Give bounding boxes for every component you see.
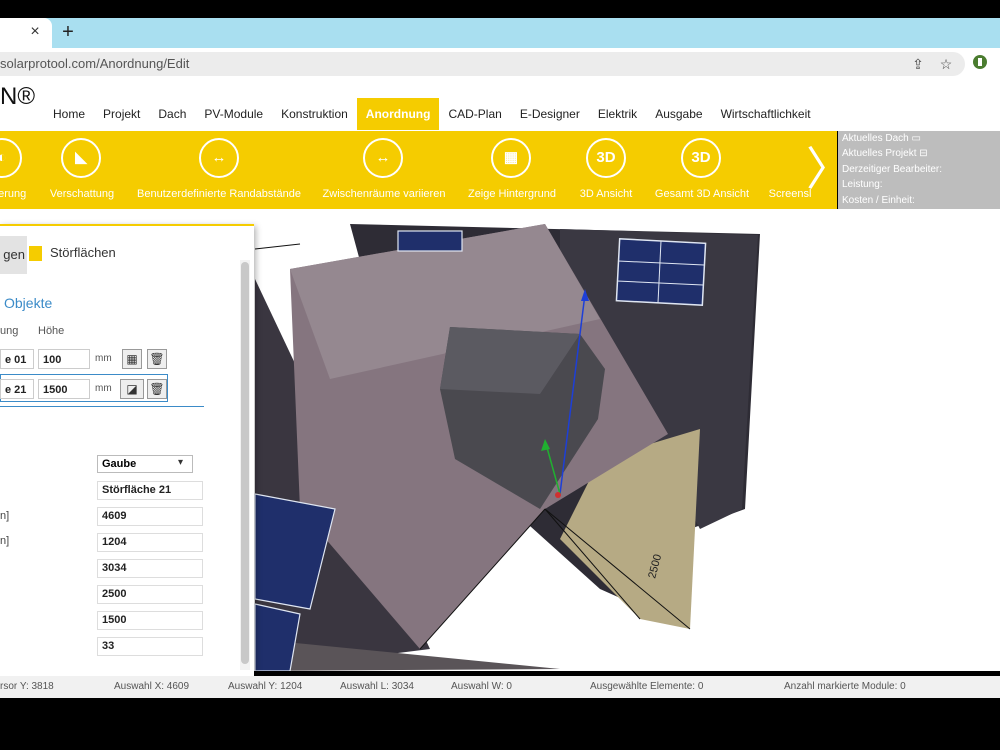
gizmo-origin[interactable] [555, 492, 561, 498]
tool-label: Zwischenräume variieren [322, 188, 446, 200]
menu-pv-module[interactable]: PV-Module [195, 98, 272, 130]
url-text[interactable]: solarprotool.com/Anordnung/Edit [0, 52, 189, 76]
menu-dach[interactable]: Dach [149, 98, 195, 130]
main-menu: Home Projekt Dach PV-Module Konstruktion… [44, 98, 820, 130]
gap-icon: ↔ [363, 138, 403, 178]
status-cursor-y: rsor Y: 3818 [0, 681, 54, 692]
shading-icon: ◣ [61, 138, 101, 178]
panel-title: Objekte [4, 295, 53, 311]
3d-total-view-icon: 3D [681, 138, 721, 178]
menu-e-designer[interactable]: E-Designer [511, 98, 589, 130]
prop-label-x: n] [0, 510, 10, 522]
menu-cad-plan[interactable]: CAD-Plan [439, 98, 510, 130]
info-kosten: Kosten / Einheit: [842, 195, 915, 206]
tool-label: Verschattung [49, 188, 115, 200]
measure-line [254, 243, 301, 250]
unit-label: mm [95, 383, 112, 394]
3d-view-icon: 3D [586, 138, 626, 178]
status-ausgewaehlte-elemente: Ausgewählte Elemente: 0 [590, 681, 704, 692]
stoerflaechen-icon [29, 246, 42, 261]
prop-width-input[interactable]: 2500 [97, 585, 203, 604]
tool-label: Benutzerdefinierte Randabstände [137, 188, 301, 200]
status-auswahl-y: Auswahl Y: 1204 [228, 681, 303, 692]
menu-anordnung[interactable]: Anordnung [356, 98, 440, 130]
new-tab-button[interactable]: + [58, 21, 78, 43]
solar-panel-top [397, 230, 463, 252]
info-bearbeiter: Derzeitiger Bearbeiter: [842, 164, 943, 175]
menu-home[interactable]: Home [44, 98, 94, 130]
chevron-down-icon[interactable]: ▾ [178, 457, 183, 468]
status-auswahl-x: Auswahl X: 4609 [114, 681, 190, 692]
divider [0, 406, 204, 407]
tool-gesamt-3d[interactable]: 3D Gesamt 3D Ansicht [655, 138, 749, 202]
tool-rotation[interactable]: ◐ ierung [0, 138, 40, 202]
prop-y-input[interactable]: 1204 [97, 533, 203, 552]
tool-label: ierung [0, 188, 27, 200]
browser-tab-bar [0, 18, 1000, 48]
status-auswahl-l: Auswahl L: 3034 [340, 681, 414, 692]
tool-randabstaende[interactable]: ↔ Benutzerdefinierte Randabstände [137, 138, 301, 202]
prop-length-input[interactable]: 3034 [97, 559, 203, 578]
object-name-input[interactable]: Störfläche 21 [97, 481, 203, 500]
object-height-field[interactable]: 1500 [38, 379, 90, 399]
tool-label: Screensl [768, 188, 812, 200]
prop-label-y: n] [0, 535, 10, 547]
tool-hintergrund[interactable]: ▦ Zeige Hintergrund [468, 138, 556, 202]
tool-zwischenraeume[interactable]: ↔ Zwischenräume variieren [323, 138, 445, 202]
object-height-field[interactable]: 100 [38, 349, 90, 369]
tool-label: 3D Ansicht [579, 188, 633, 200]
prop-angle-input[interactable]: 33 [97, 637, 203, 656]
prop-x-input[interactable]: 4609 [97, 507, 203, 526]
column-header-hoehe: Höhe [38, 325, 65, 337]
menu-ausgabe[interactable]: Ausgabe [646, 98, 711, 130]
extension-icon[interactable] [970, 54, 990, 74]
status-auswahl-w: Auswahl W: 0 [451, 681, 512, 692]
prop-height-input[interactable]: 1500 [97, 611, 203, 630]
project-icon[interactable]: ⊟ [919, 148, 927, 159]
scrollbar-thumb[interactable] [241, 262, 249, 664]
tool-screenshot[interactable]: Screensl [769, 138, 812, 202]
star-icon[interactable]: ☆ [936, 54, 956, 74]
close-tab-icon[interactable]: × [27, 22, 43, 42]
toolbar-next-arrow[interactable]: 〉 [806, 143, 852, 199]
dormer-shape-icon[interactable]: ◪ [120, 379, 144, 399]
menu-wirtschaftlichkeit[interactable]: Wirtschaftlichkeit [712, 98, 820, 130]
app-logo: N® [0, 83, 36, 110]
edge-distance-icon: ↔ [199, 138, 239, 178]
info-aktuelles-dach: Aktuelles Dach ▭ [842, 133, 921, 144]
delete-icon[interactable]: 🗑 [147, 349, 167, 369]
letterbox-bottom [0, 698, 1000, 750]
tool-3d-ansicht[interactable]: 3D 3D Ansicht [580, 138, 632, 202]
tool-label: Gesamt 3D Ansicht [654, 188, 750, 200]
status-markierte-module: Anzahl markierte Module: 0 [784, 681, 906, 692]
object-name-field[interactable]: e 01 [0, 349, 34, 369]
roof-icon[interactable]: ▭ [911, 133, 920, 144]
column-header-bezeichnung: ung [0, 325, 19, 337]
tool-label: Zeige Hintergrund [467, 188, 557, 200]
tool-verschattung[interactable]: ◣ Verschattung [50, 138, 114, 202]
tab-stoerflaechen[interactable]: Störflächen [50, 245, 116, 260]
grid-icon[interactable]: ▦ [122, 349, 142, 369]
rotate-icon: ◐ [0, 138, 22, 178]
menu-projekt[interactable]: Projekt [94, 98, 149, 130]
unit-label: mm [95, 353, 112, 364]
share-icon[interactable]: ⇪ [908, 54, 928, 74]
browser-tab[interactable] [0, 18, 52, 48]
info-leistung: Leistung: [842, 179, 883, 190]
background-image-icon: ▦ [491, 138, 531, 178]
menu-konstruktion[interactable]: Konstruktion [272, 98, 357, 130]
menu-elektrik[interactable]: Elektrik [589, 98, 646, 130]
tab-module[interactable]: gen [0, 236, 27, 274]
delete-icon[interactable]: 🗑 [147, 379, 167, 399]
object-name-field[interactable]: e 21 [0, 379, 34, 399]
info-aktuelles-projekt: Aktuelles Projekt ⊟ [842, 148, 928, 159]
